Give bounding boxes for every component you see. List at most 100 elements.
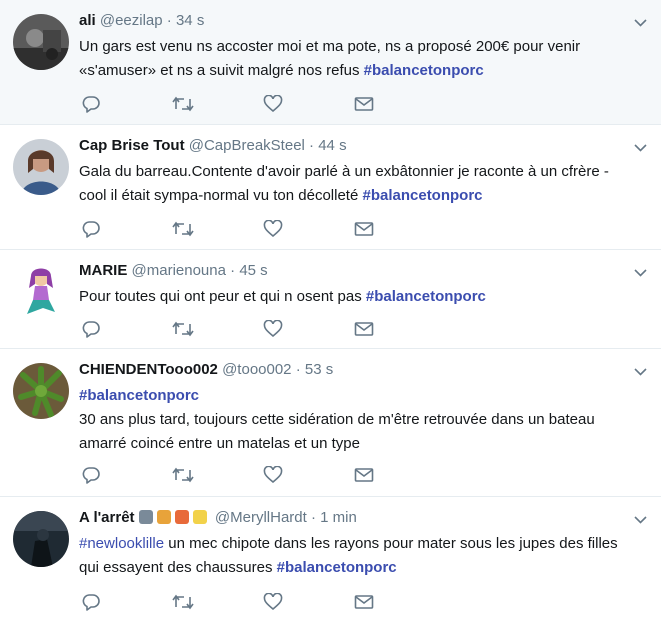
cocktail-emoji-icon	[174, 510, 189, 524]
hashtag-link[interactable]: #newlooklille	[79, 535, 164, 552]
reply-icon	[82, 221, 100, 238]
tweet-item[interactable]: CHIENDENTooo002 @tooo002 · 53 s #balance…	[0, 349, 661, 497]
reply-button[interactable]	[81, 94, 172, 114]
author-name[interactable]: MARIE	[79, 262, 127, 279]
like-icon	[263, 593, 283, 611]
retweet-button[interactable]	[172, 319, 263, 339]
chevron-down-icon[interactable]	[634, 363, 647, 379]
like-icon	[263, 320, 283, 338]
direct-message-icon	[354, 222, 374, 236]
hashtag-link[interactable]: #balancetonporc	[362, 187, 482, 204]
separator: ·	[295, 361, 301, 378]
separator: ·	[310, 509, 316, 526]
like-button[interactable]	[263, 319, 354, 339]
retweet-icon	[172, 594, 194, 610]
hashtag-link[interactable]: #balancetonporc	[364, 62, 484, 79]
tweet-body: Gala du barreau.Contente d'avoir parlé à…	[79, 163, 609, 204]
dm-button[interactable]	[354, 94, 445, 114]
tweet-header: MARIE @marienouna · 45 s	[79, 261, 631, 281]
chevron-down-icon[interactable]	[634, 14, 647, 30]
tweet-feed: ali @eezilap · 34 s Un gars est venu ns …	[0, 0, 661, 622]
author-name[interactable]: Cap Brise Tout	[79, 137, 185, 154]
hashtag-link[interactable]: #balancetonporc	[366, 288, 486, 305]
reply-icon	[82, 467, 100, 484]
author-name[interactable]: ali	[79, 12, 96, 29]
reply-button[interactable]	[81, 465, 172, 485]
tweet-actions	[81, 465, 445, 485]
timestamp[interactable]: 1 min	[320, 509, 357, 526]
tweet-text: #newlooklille un mec chipote dans les ra…	[79, 532, 631, 580]
tweet-body: Pour toutes qui ont peur et qui n osent …	[79, 288, 366, 305]
separator: ·	[309, 137, 315, 154]
author-handle[interactable]: @eezilap	[100, 12, 163, 29]
dm-button[interactable]	[354, 592, 445, 612]
avatar[interactable]	[13, 139, 69, 195]
tweet-actions	[81, 94, 445, 114]
chevron-down-icon[interactable]	[634, 139, 647, 155]
tweet-header: Cap Brise Tout @CapBreakSteel · 44 s	[79, 136, 631, 156]
tweet-actions	[81, 592, 445, 612]
retweet-button[interactable]	[172, 219, 263, 239]
avatar[interactable]	[13, 262, 69, 318]
like-button[interactable]	[263, 219, 354, 239]
like-icon	[263, 220, 283, 238]
author-name[interactable]: CHIENDENTooo002	[79, 361, 218, 378]
direct-message-icon	[354, 97, 374, 111]
reply-button[interactable]	[81, 319, 172, 339]
avatar[interactable]	[13, 363, 69, 419]
retweet-icon	[172, 96, 194, 112]
timestamp[interactable]: 53 s	[305, 361, 333, 378]
tweet-item[interactable]: MARIE @marienouna · 45 s Pour toutes qui…	[0, 250, 661, 349]
tweet-text: Pour toutes qui ont peur et qui n osent …	[79, 285, 631, 309]
separator: ·	[166, 12, 172, 29]
retweet-icon	[172, 467, 194, 483]
hashtag-link[interactable]: #balancetonporc	[79, 387, 199, 404]
tweet-item[interactable]: A l'arrêt @MeryllHardt · 1 min #newlookl…	[0, 497, 661, 622]
snail-emoji-icon	[156, 510, 171, 524]
hashtag-link[interactable]: #balancetonporc	[277, 559, 397, 576]
like-icon	[263, 95, 283, 113]
direct-message-icon	[354, 468, 374, 482]
tweet-text: Un gars est venu ns accoster moi et ma p…	[79, 35, 631, 83]
tweet-header: ali @eezilap · 34 s	[79, 11, 631, 31]
tweet-actions	[81, 219, 445, 239]
author-handle[interactable]: @MeryllHardt	[215, 509, 307, 526]
retweet-icon	[172, 321, 194, 337]
reply-button[interactable]	[81, 219, 172, 239]
chevron-down-icon[interactable]	[634, 264, 647, 280]
like-button[interactable]	[263, 592, 354, 612]
direct-message-icon	[354, 322, 374, 336]
tweet-body: Un gars est venu ns accoster moi et ma p…	[79, 38, 581, 79]
chevron-down-icon[interactable]	[634, 511, 647, 527]
retweet-icon	[172, 221, 194, 237]
tweet-header: A l'arrêt @MeryllHardt · 1 min	[79, 508, 631, 528]
reply-icon	[82, 321, 100, 338]
author-handle[interactable]: @CapBreakSteel	[189, 137, 305, 154]
tweet-item[interactable]: ali @eezilap · 34 s Un gars est venu ns …	[0, 0, 661, 125]
separator: ·	[230, 262, 236, 279]
reply-button[interactable]	[81, 592, 172, 612]
author-name[interactable]: A l'arrêt	[79, 509, 135, 526]
retweet-button[interactable]	[172, 94, 263, 114]
reply-icon	[82, 594, 100, 611]
dm-button[interactable]	[354, 465, 445, 485]
like-icon	[263, 466, 283, 484]
avatar[interactable]	[13, 511, 69, 567]
like-button[interactable]	[263, 465, 354, 485]
tweet-header: CHIENDENTooo002 @tooo002 · 53 s	[79, 360, 631, 380]
avatar[interactable]	[13, 14, 69, 70]
like-button[interactable]	[263, 94, 354, 114]
tweet-item[interactable]: Cap Brise Tout @CapBreakSteel · 44 s Gal…	[0, 125, 661, 250]
author-handle[interactable]: @tooo002	[222, 361, 291, 378]
retweet-button[interactable]	[172, 465, 263, 485]
tweet-text: Gala du barreau.Contente d'avoir parlé à…	[79, 160, 631, 208]
timestamp[interactable]: 44 s	[318, 137, 346, 154]
retweet-button[interactable]	[172, 592, 263, 612]
author-handle[interactable]: @marienouna	[132, 262, 226, 279]
timestamp[interactable]: 34 s	[176, 12, 204, 29]
dm-button[interactable]	[354, 219, 445, 239]
tweet-text: #balancetonporc 30 ans plus tard, toujour…	[79, 384, 631, 456]
tweet-body: 30 ans plus tard, toujours cette sidérat…	[79, 411, 595, 452]
timestamp[interactable]: 45 s	[239, 262, 267, 279]
dm-button[interactable]	[354, 319, 445, 339]
